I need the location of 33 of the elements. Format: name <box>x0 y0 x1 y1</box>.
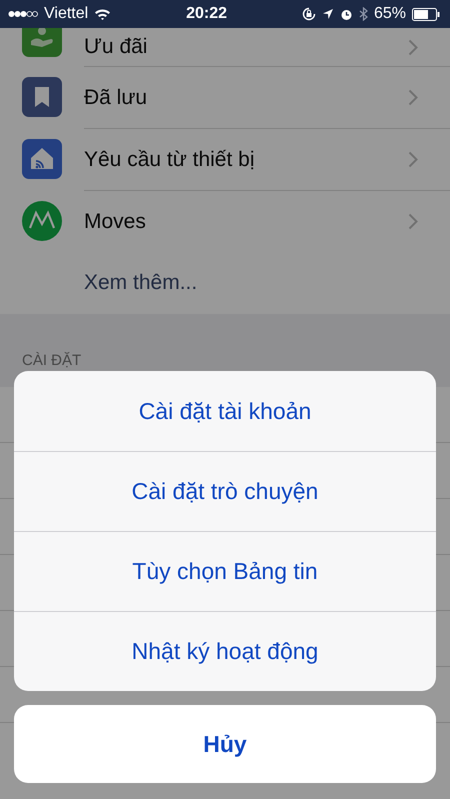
section-header: CÀI ĐẶT <box>22 352 82 369</box>
bluetooth-icon <box>358 7 368 21</box>
cancel-button[interactable]: Hủy <box>14 705 436 783</box>
action-sheet-option[interactable]: Cài đặt trò chuyện <box>14 451 436 531</box>
house-wifi-icon <box>22 139 62 179</box>
wifi-icon <box>94 8 112 20</box>
bookmark-icon <box>22 77 62 117</box>
clock-time: 20:22 <box>186 5 228 23</box>
rotation-lock-icon <box>302 7 316 21</box>
action-sheet-option[interactable]: Nhật ký hoạt động <box>14 611 436 691</box>
location-icon <box>322 8 334 20</box>
signal-icon <box>8 10 38 18</box>
menu-item-label: Đã lưu <box>84 86 148 110</box>
chevron-icon <box>408 89 418 106</box>
action-sheet-option[interactable]: Tùy chọn Bảng tin <box>14 531 436 611</box>
menu-item[interactable]: Moves <box>0 190 450 252</box>
alarm-icon <box>340 8 353 20</box>
battery-icon <box>412 8 440 20</box>
carrier-name: Viettel <box>44 5 88 23</box>
menu-item-label: Yêu cầu từ thiết bị <box>84 148 254 172</box>
moves-icon <box>22 201 62 241</box>
see-more-link[interactable]: Xem thêm... <box>84 271 198 295</box>
menu-item-label: Moves <box>84 210 146 234</box>
action-sheet-option[interactable]: Cài đặt tài khoản <box>14 371 436 451</box>
offers-icon <box>22 28 62 57</box>
menu-item[interactable]: Yêu cầu từ thiết bị <box>0 128 450 190</box>
menu-item[interactable]: Ưu đãi <box>0 28 450 66</box>
chevron-icon <box>408 213 418 230</box>
menu-item[interactable]: Đã lưu <box>0 66 450 128</box>
chevron-icon <box>408 38 418 56</box>
menu-item-label: Ưu đãi <box>84 35 148 59</box>
chevron-icon <box>408 151 418 168</box>
battery-percent: 65% <box>374 5 406 23</box>
